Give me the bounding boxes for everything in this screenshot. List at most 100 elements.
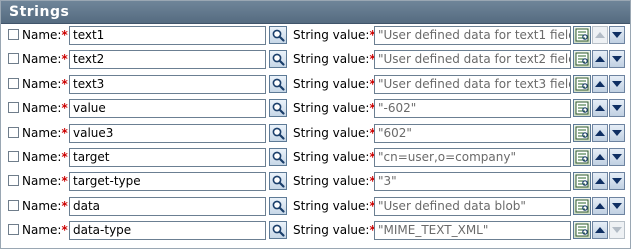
magnifier-icon[interactable] bbox=[269, 99, 287, 118]
string-value-label: String value:* bbox=[293, 174, 376, 189]
name-label: Name:* bbox=[22, 174, 68, 189]
name-label: Name:* bbox=[22, 223, 68, 238]
expression-builder-icon[interactable] bbox=[573, 123, 591, 142]
row-select-checkbox[interactable] bbox=[8, 199, 19, 211]
string-value-label: String value:* bbox=[293, 101, 376, 116]
string-value-input[interactable]: "602" bbox=[374, 123, 571, 143]
row-select-checkbox[interactable] bbox=[8, 175, 19, 187]
required-mark: * bbox=[61, 125, 68, 140]
string-value-input[interactable]: "3" bbox=[374, 172, 571, 192]
required-mark: * bbox=[61, 149, 68, 164]
string-row: Name:* target-type String value:* "3" bbox=[1, 170, 630, 194]
expression-builder-icon[interactable] bbox=[573, 221, 591, 240]
name-input[interactable]: value3 bbox=[69, 123, 266, 143]
string-row: Name:* data String value:* "User defined… bbox=[1, 195, 630, 219]
arrow-down-icon[interactable] bbox=[609, 74, 625, 93]
string-value-label: String value:* bbox=[293, 28, 376, 42]
required-mark: * bbox=[61, 101, 68, 116]
strings-panel: Strings Name:* text1 String value:* "Use… bbox=[0, 0, 631, 249]
arrow-up-icon[interactable] bbox=[592, 74, 608, 93]
arrow-down-icon[interactable] bbox=[609, 196, 625, 215]
arrow-up-icon[interactable] bbox=[592, 172, 608, 191]
required-mark: * bbox=[61, 223, 68, 238]
name-input[interactable]: data bbox=[69, 196, 266, 216]
magnifier-icon[interactable] bbox=[269, 221, 287, 240]
arrow-up-icon[interactable] bbox=[592, 50, 608, 69]
arrow-up-icon bbox=[592, 26, 608, 44]
arrow-up-icon[interactable] bbox=[592, 99, 608, 118]
string-value-input[interactable]: "-602" bbox=[374, 99, 571, 119]
string-value-label: String value:* bbox=[293, 76, 376, 91]
arrow-down-icon[interactable] bbox=[609, 26, 625, 44]
arrow-up-icon[interactable] bbox=[592, 147, 608, 166]
required-mark: * bbox=[61, 174, 68, 189]
arrow-up-icon[interactable] bbox=[592, 123, 608, 142]
name-input[interactable]: value bbox=[69, 99, 266, 119]
arrow-down-icon[interactable] bbox=[609, 50, 625, 69]
magnifier-icon[interactable] bbox=[269, 50, 287, 69]
string-row: Name:* value String value:* "-602" bbox=[1, 97, 630, 121]
required-mark: * bbox=[61, 52, 68, 67]
magnifier-icon[interactable] bbox=[269, 196, 287, 215]
expression-builder-icon[interactable] bbox=[573, 99, 591, 118]
name-input[interactable]: text2 bbox=[69, 50, 266, 70]
arrow-up-icon[interactable] bbox=[592, 196, 608, 215]
strings-list: Name:* text1 String value:* "User define… bbox=[1, 24, 630, 244]
row-select-checkbox[interactable] bbox=[8, 102, 19, 114]
name-input[interactable]: text3 bbox=[69, 74, 266, 94]
string-value-label: String value:* bbox=[293, 223, 376, 238]
string-row: Name:* text2 String value:* "User define… bbox=[1, 48, 630, 72]
arrow-down-icon[interactable] bbox=[609, 123, 625, 142]
string-value-label: String value:* bbox=[293, 149, 376, 164]
required-mark: * bbox=[61, 76, 68, 91]
magnifier-icon[interactable] bbox=[269, 172, 287, 191]
row-select-checkbox[interactable] bbox=[8, 150, 19, 162]
string-row: Name:* value3 String value:* "602" bbox=[1, 122, 630, 146]
magnifier-icon[interactable] bbox=[269, 123, 287, 142]
expression-builder-icon[interactable] bbox=[573, 50, 591, 69]
row-select-checkbox[interactable] bbox=[8, 224, 19, 236]
row-select-checkbox[interactable] bbox=[8, 126, 19, 138]
required-mark: * bbox=[61, 198, 68, 213]
magnifier-icon[interactable] bbox=[269, 74, 287, 93]
string-value-input[interactable]: "User defined data blob" bbox=[374, 196, 571, 216]
expression-builder-icon[interactable] bbox=[573, 74, 591, 93]
string-value-label: String value:* bbox=[293, 52, 376, 67]
string-row: Name:* target String value:* "cn=user,o=… bbox=[1, 146, 630, 170]
string-value-label: String value:* bbox=[293, 198, 376, 213]
expression-builder-icon[interactable] bbox=[573, 172, 591, 191]
string-row: Name:* data-type String value:* "MIME_TE… bbox=[1, 219, 630, 243]
name-input[interactable]: data-type bbox=[69, 221, 266, 241]
expression-builder-icon[interactable] bbox=[573, 147, 591, 166]
string-value-input[interactable]: "User defined data for text2 field" bbox=[374, 50, 571, 70]
row-select-checkbox[interactable] bbox=[8, 29, 19, 40]
name-label: Name:* bbox=[22, 198, 68, 213]
row-select-checkbox[interactable] bbox=[8, 77, 19, 89]
arrow-down-icon[interactable] bbox=[609, 99, 625, 118]
panel-title: Strings bbox=[1, 1, 630, 24]
name-label: Name:* bbox=[22, 149, 68, 164]
string-value-input[interactable]: "User defined data for text1 field" bbox=[374, 26, 571, 45]
row-select-checkbox[interactable] bbox=[8, 53, 19, 65]
magnifier-icon[interactable] bbox=[269, 147, 287, 166]
string-value-label: String value:* bbox=[293, 125, 376, 140]
string-value-input[interactable]: "MIME_TEXT_XML" bbox=[374, 221, 571, 241]
string-row: Name:* text3 String value:* "User define… bbox=[1, 73, 630, 97]
name-label: Name:* bbox=[22, 52, 68, 67]
arrow-down-icon bbox=[609, 221, 625, 240]
required-mark: * bbox=[61, 28, 68, 42]
string-row: Name:* text1 String value:* "User define… bbox=[1, 24, 630, 48]
name-label: Name:* bbox=[22, 28, 68, 42]
string-value-input[interactable]: "cn=user,o=company" bbox=[374, 147, 571, 167]
name-input[interactable]: text1 bbox=[69, 26, 266, 45]
arrow-up-icon[interactable] bbox=[592, 221, 608, 240]
name-input[interactable]: target-type bbox=[69, 172, 266, 192]
arrow-down-icon[interactable] bbox=[609, 172, 625, 191]
expression-builder-icon[interactable] bbox=[573, 196, 591, 215]
arrow-down-icon[interactable] bbox=[609, 147, 625, 166]
string-value-input[interactable]: "User defined data for text3 field" bbox=[374, 74, 571, 94]
name-input[interactable]: target bbox=[69, 147, 266, 167]
name-label: Name:* bbox=[22, 101, 68, 116]
magnifier-icon[interactable] bbox=[269, 26, 287, 44]
expression-builder-icon[interactable] bbox=[573, 26, 591, 44]
